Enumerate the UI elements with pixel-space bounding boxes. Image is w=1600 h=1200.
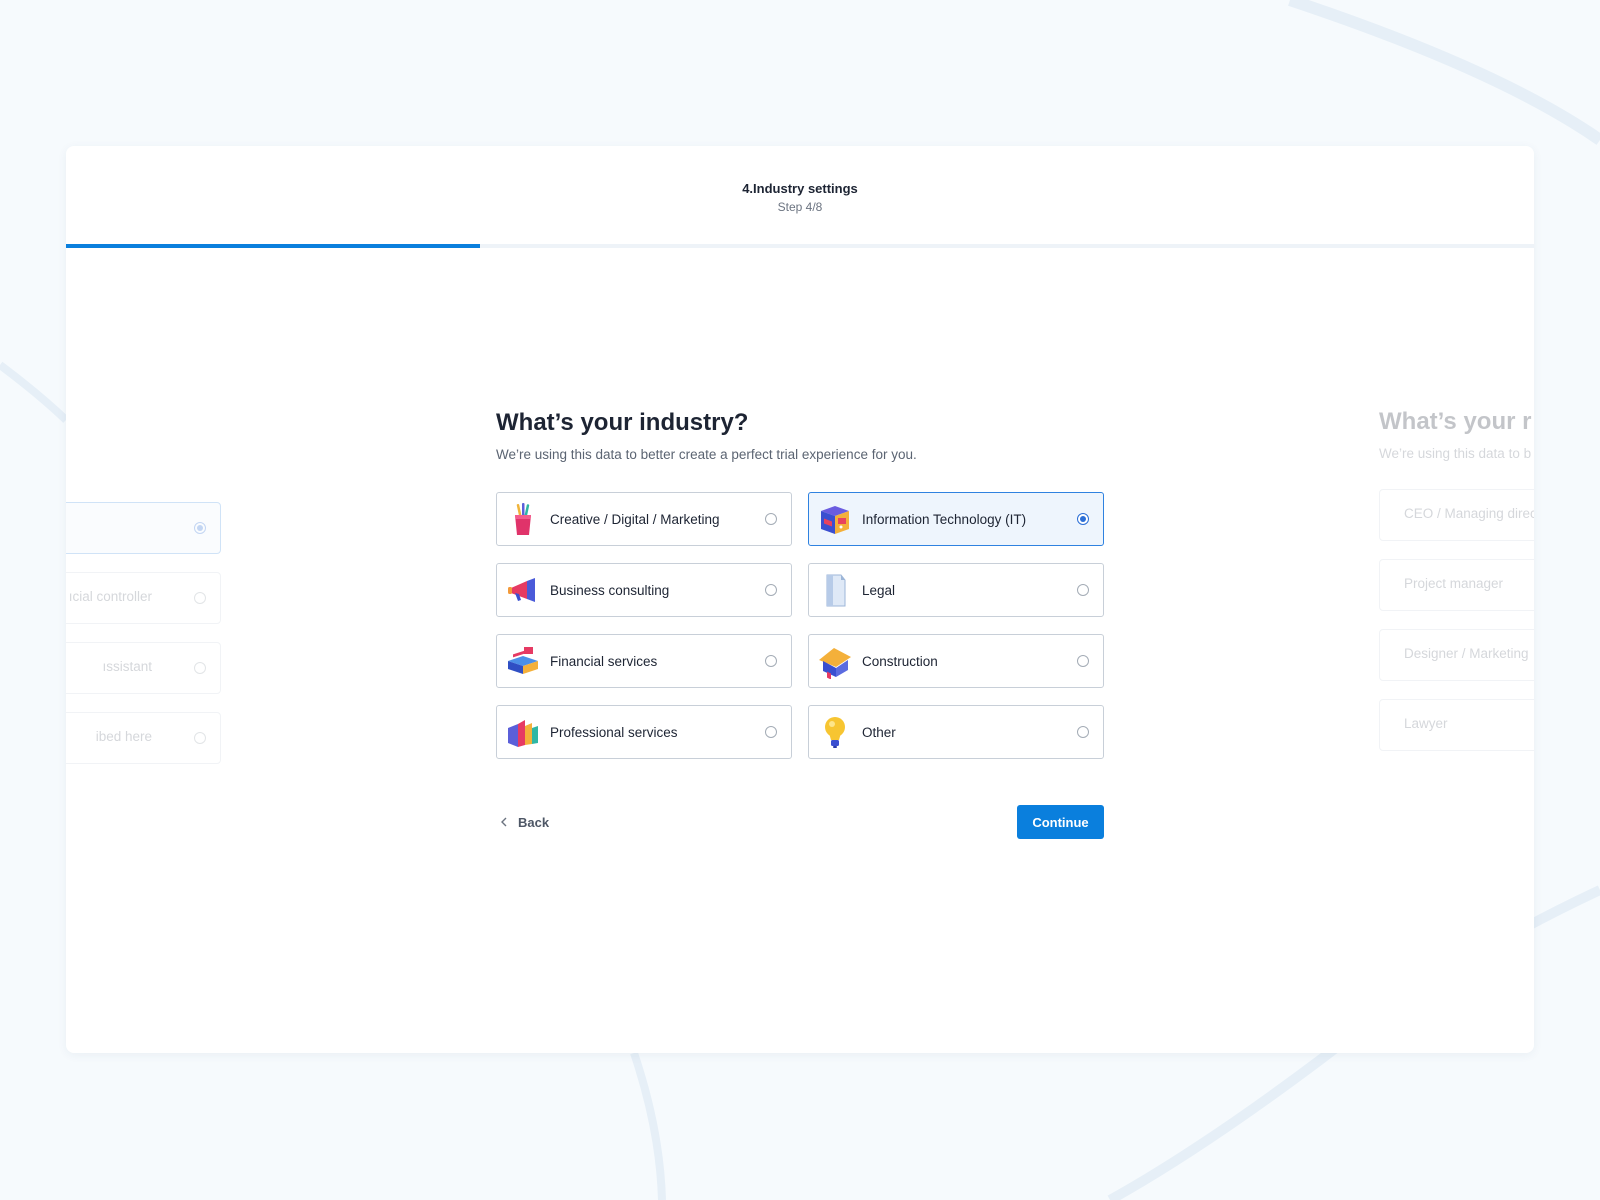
cash-register-icon [508, 647, 538, 674]
industry-option-label: Construction [862, 654, 938, 669]
next-step-option: CEO / Managing direc [1379, 489, 1534, 541]
books-icon [508, 720, 538, 747]
document-icon [826, 574, 846, 607]
industry-option-label: Information Technology (IT) [862, 512, 1027, 527]
onboarding-card: 4.Industry settings Step 4/8 ıcial contr… [66, 146, 1534, 1053]
step-counter: Step 4/8 [777, 200, 823, 214]
industry-options: Creative / Digital / Marketing Informati… [496, 492, 1104, 759]
pencil-cup-icon [515, 503, 531, 535]
radio-icon [194, 592, 206, 604]
next-step-option: Project manager [1379, 559, 1534, 611]
lightbulb-icon [825, 717, 845, 748]
radio-icon[interactable] [1077, 584, 1089, 596]
previous-step-option-label: ıssistant [102, 659, 152, 674]
industry-option-label: Creative / Digital / Marketing [550, 512, 720, 527]
megaphone-icon [508, 578, 535, 602]
industry-option-label: Other [862, 725, 896, 740]
previous-step-option [66, 502, 221, 554]
industry-option-construction[interactable]: Construction [808, 634, 1104, 688]
industry-option-creative[interactable]: Creative / Digital / Marketing [496, 492, 792, 546]
computer-box-icon [821, 506, 849, 534]
industry-option-legal[interactable]: Legal [808, 563, 1104, 617]
next-step-option-label: Lawyer [1404, 716, 1448, 731]
previous-step-panel: ıcial controller ıssistant ibed here [66, 502, 221, 782]
radio-icon[interactable] [765, 584, 777, 596]
next-step-title: What’s your r [1379, 408, 1532, 435]
radio-icon[interactable] [1077, 726, 1089, 738]
next-step-option-label: Designer / Marketing [1404, 646, 1529, 661]
step-title: 4.Industry settings [742, 181, 858, 196]
radio-icon [194, 732, 206, 744]
industry-option-label: Legal [862, 583, 896, 598]
industry-option-label: Financial services [550, 654, 658, 669]
next-step-option-label: Project manager [1404, 576, 1504, 591]
radio-icon [194, 662, 206, 674]
previous-step-option: ibed here [66, 712, 221, 764]
next-step-option-label: CEO / Managing direc [1404, 506, 1534, 521]
chevron-left-icon [501, 817, 507, 827]
next-step-subtitle: We’re using this data to b [1379, 446, 1532, 461]
industry-option-it[interactable]: Information Technology (IT) [808, 492, 1104, 546]
industry-option-other[interactable]: Other [808, 705, 1104, 759]
radio-icon[interactable] [765, 513, 777, 525]
step-header: 4.Industry settings Step 4/8 [66, 146, 1534, 246]
industry-option-financial-services[interactable]: Financial services [496, 634, 792, 688]
form-actions: Back Continue [496, 805, 1104, 839]
progress-bar-fill [66, 244, 480, 248]
radio-icon[interactable] [1077, 513, 1089, 525]
radio-icon[interactable] [765, 655, 777, 667]
next-step-option: Lawyer [1379, 699, 1534, 751]
industry-option-professional-services[interactable]: Professional services [496, 705, 792, 759]
house-icon [819, 648, 851, 679]
page-subtitle: We’re using this data to better create a… [496, 447, 917, 462]
industry-option-label: Professional services [550, 725, 678, 740]
previous-step-option: ıssistant [66, 642, 221, 694]
next-step-option: Designer / Marketing [1379, 629, 1534, 681]
radio-icon[interactable] [765, 726, 777, 738]
previous-step-option-label: ibed here [95, 729, 152, 744]
radio-icon [194, 522, 206, 534]
next-step-panel: What’s your r We’re using this data to b… [1379, 408, 1534, 769]
radio-icon[interactable] [1077, 655, 1089, 667]
industry-option-business-consulting[interactable]: Business consulting [496, 563, 792, 617]
industry-form: What’s your industry? We’re using this d… [496, 408, 1104, 839]
previous-step-option-label: ıcial controller [68, 589, 152, 604]
industry-option-label: Business consulting [550, 583, 670, 598]
continue-button[interactable]: Continue [1017, 805, 1104, 839]
previous-step-option: ıcial controller [66, 572, 221, 624]
progress-bar [66, 244, 1534, 248]
page-title: What’s your industry? [496, 409, 749, 436]
back-button-label: Back [518, 814, 550, 830]
back-button[interactable]: Back [496, 805, 549, 839]
